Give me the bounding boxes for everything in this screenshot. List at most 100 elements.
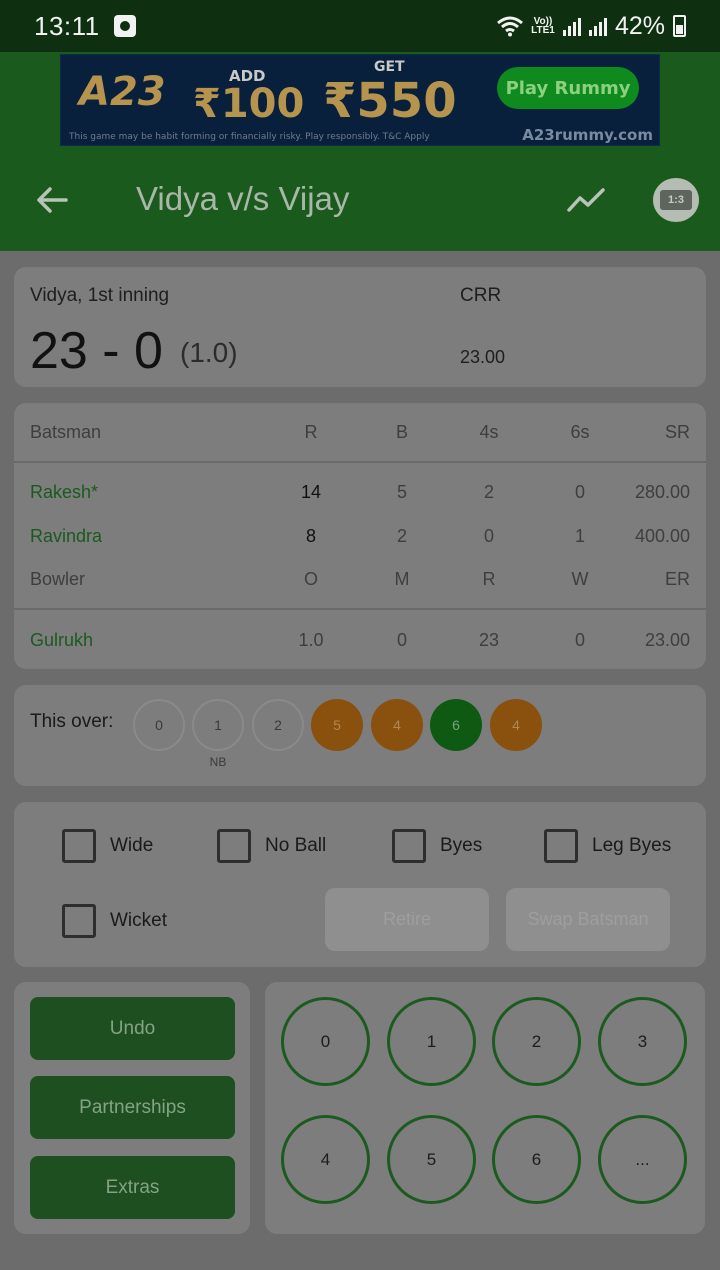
ball-value: 1 — [214, 717, 222, 733]
cell-runs: 14 — [300, 482, 322, 502]
ad-site: A23rummy.com — [522, 126, 653, 144]
status-right: Vo)) LTE1 42% — [496, 11, 686, 41]
wicket-checkbox[interactable]: Wicket — [62, 904, 167, 938]
checkbox-box[interactable] — [392, 829, 426, 863]
col-header: Bowler — [30, 569, 86, 589]
swap-batsman-button[interactable]: Swap Batsman — [506, 888, 670, 951]
score-card: Vidya, 1st inning CRR 23 - 0 (1.0) 23.00 — [14, 267, 706, 387]
signal-icon — [562, 16, 581, 36]
col-header: W — [571, 569, 589, 589]
cell-maidens: 0 — [396, 630, 407, 650]
runs-card: 0 1 2 3 4 5 6 ... — [265, 982, 705, 1234]
divider — [14, 608, 706, 610]
back-arrow-icon[interactable] — [34, 182, 70, 218]
col-header: ER — [664, 569, 690, 589]
table-row[interactable]: Rakesh* 14 5 2 0 280.00 — [14, 482, 706, 512]
ball-chip: 5 — [311, 699, 363, 751]
extras-card: Wide No Ball Byes Leg Byes Wicket Retire… — [14, 802, 706, 967]
col-header: R — [304, 422, 318, 442]
page-title: Vidya v/s Vijay — [136, 180, 350, 217]
battery-percent: 42% — [614, 11, 665, 40]
col-header: B — [395, 422, 408, 442]
wide-checkbox[interactable]: Wide — [62, 829, 153, 863]
ball-chip: 4 — [371, 699, 423, 751]
run-1-button[interactable]: 1 — [387, 997, 476, 1086]
byes-checkbox[interactable]: Byes — [392, 829, 482, 863]
batsman-name: Ravindra — [30, 526, 103, 546]
ad-cta-button[interactable]: Play Rummy — [497, 67, 639, 109]
run-0-button[interactable]: 0 — [281, 997, 370, 1086]
network-type: Vo)) LTE1 — [531, 16, 555, 36]
ball-chip: 6 — [430, 699, 482, 751]
scoreboard-icon[interactable]: 1:3 — [653, 178, 699, 222]
ball-value: 5 — [333, 717, 341, 733]
run-6-button[interactable]: 6 — [492, 1115, 581, 1204]
cell-overs: 1.0 — [298, 630, 324, 650]
extras-button[interactable]: Extras — [30, 1156, 235, 1219]
undo-button[interactable]: Undo — [30, 997, 235, 1060]
actions-card: Undo Partnerships Extras — [14, 982, 250, 1234]
this-over-label: This over: — [30, 711, 114, 732]
run-4-button[interactable]: 4 — [281, 1115, 370, 1204]
checkbox-label: Wide — [110, 835, 154, 856]
table-row[interactable]: Gulrukh 1.0 0 23 0 23.00 — [14, 630, 706, 660]
bowler-name: Gulrukh — [30, 630, 94, 650]
checkbox-label: Byes — [440, 835, 483, 856]
run-2-button[interactable]: 2 — [492, 997, 581, 1086]
notification-icon — [113, 15, 136, 37]
col-header: O — [303, 569, 318, 589]
cell-runs: 8 — [305, 526, 316, 546]
ball-chip: 0 — [133, 699, 185, 751]
ball-chip: 4 — [490, 699, 542, 751]
status-bar: 13:11 Vo)) LTE1 42% — [0, 0, 720, 52]
scoreboard-icon-text: 1:3 — [660, 190, 692, 210]
crr-value: 23.00 — [460, 347, 506, 367]
col-header: SR — [664, 422, 690, 442]
leg-byes-checkbox[interactable]: Leg Byes — [544, 829, 671, 863]
ad-disclaimer: This game may be habit forming or financ… — [69, 132, 430, 142]
ball-value: 4 — [393, 717, 401, 733]
cell-er: 23.00 — [644, 630, 690, 650]
run-5-button[interactable]: 5 — [387, 1115, 476, 1204]
cell-sixes: 1 — [574, 526, 585, 546]
checkbox-label: Wicket — [110, 910, 167, 931]
checkbox-label: No Ball — [265, 835, 327, 856]
cell-fours: 0 — [483, 526, 494, 546]
col-header: R — [482, 569, 496, 589]
checkbox-box[interactable] — [544, 829, 578, 863]
wifi-icon — [496, 16, 523, 37]
partnerships-button[interactable]: Partnerships — [30, 1076, 235, 1139]
trend-chart-icon[interactable] — [566, 184, 606, 216]
ball-value: 4 — [512, 717, 520, 733]
inning-label: Vidya, 1st inning — [30, 285, 170, 306]
crr-label: CRR — [460, 285, 502, 306]
checkbox-box[interactable] — [62, 829, 96, 863]
cell-balls: 5 — [396, 482, 407, 502]
cell-runs: 23 — [478, 630, 500, 650]
checkbox-box[interactable] — [217, 829, 251, 863]
ad-get-value: ₹550 — [323, 73, 457, 129]
ball-chip: 1 — [192, 699, 244, 751]
divider — [14, 461, 706, 463]
status-time: 13:11 — [34, 10, 100, 41]
batsman-name: Rakesh* — [30, 482, 99, 502]
signal-icon-2 — [588, 16, 607, 36]
ad-logo: A23 — [79, 69, 166, 115]
checkbox-box[interactable] — [62, 904, 96, 938]
col-header: M — [394, 569, 410, 589]
no-ball-checkbox[interactable]: No Ball — [217, 829, 326, 863]
ad-add-value: ₹100 — [193, 81, 305, 127]
ball-value: 2 — [274, 717, 282, 733]
run-3-button[interactable]: 3 — [598, 997, 687, 1086]
batting-header-row: Batsman R B 4s 6s SR — [14, 422, 706, 452]
ball-value: 6 — [452, 717, 460, 733]
battery-icon — [673, 15, 686, 37]
retire-button[interactable]: Retire — [325, 888, 489, 951]
more-runs-button[interactable]: ... — [598, 1115, 687, 1204]
score-overs: (1.0) — [180, 337, 238, 368]
table-row[interactable]: Ravindra 8 2 0 1 400.00 — [14, 526, 706, 556]
scorecard-table: Batsman R B 4s 6s SR Rakesh* 14 5 2 0 28… — [14, 403, 706, 669]
ad-banner[interactable]: A23 ADD ₹100 GET ₹550 Play Rummy This ga… — [60, 54, 660, 146]
cell-sr: 280.00 — [634, 482, 690, 502]
col-header: Batsman — [30, 422, 102, 442]
